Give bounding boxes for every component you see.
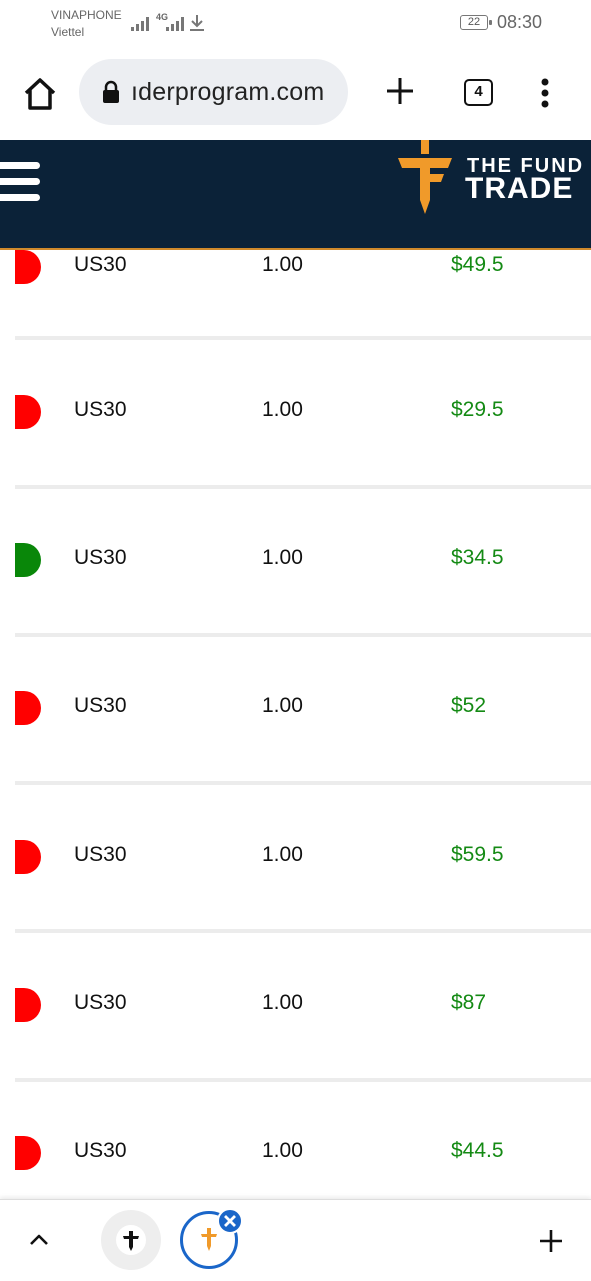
- close-tab-button[interactable]: [217, 1208, 243, 1234]
- tab-thumbnail[interactable]: [101, 1210, 161, 1270]
- trade-row[interactable]: US30 1.00 $44.5: [0, 1136, 591, 1198]
- brand-logo[interactable]: [396, 140, 454, 216]
- trade-symbol: US30: [74, 694, 127, 717]
- status-time: 08:30: [497, 12, 543, 32]
- trade-volume: 1.00: [262, 991, 303, 1014]
- download-icon: [190, 15, 204, 31]
- trade-profit: $87: [451, 991, 487, 1014]
- trade-volume: 1.00: [262, 694, 303, 717]
- carrier-primary: VINAPHONE: [51, 8, 122, 22]
- trade-symbol: US30: [74, 253, 127, 276]
- trade-row[interactable]: US30 1.00 $87: [0, 988, 591, 1130]
- chevron-up-icon[interactable]: [27, 1228, 51, 1252]
- battery-icon: 22: [460, 15, 492, 30]
- trade-profit: $44.5: [451, 1139, 504, 1162]
- carrier-secondary: Viettel: [51, 25, 85, 39]
- lock-icon: [103, 80, 119, 103]
- trade-symbol: US30: [74, 843, 127, 866]
- new-tab-button[interactable]: [383, 74, 417, 108]
- trade-profit: $49.5: [451, 253, 504, 276]
- home-icon[interactable]: [20, 74, 60, 114]
- trade-direction-indicator: [15, 395, 41, 429]
- trade-row[interactable]: US30 1.00 $34.5: [0, 543, 591, 685]
- trade-direction-indicator: [15, 691, 41, 725]
- trade-direction-indicator: [15, 988, 41, 1022]
- add-tab-button[interactable]: [538, 1228, 564, 1254]
- row-divider: [15, 336, 591, 340]
- row-divider: [15, 633, 591, 637]
- trade-direction-indicator: [15, 250, 41, 284]
- trade-row[interactable]: US30 1.00 $59.5: [0, 840, 591, 982]
- trade-volume: 1.00: [262, 398, 303, 421]
- trade-symbol: US30: [74, 1139, 127, 1162]
- trade-volume: 1.00: [262, 546, 303, 569]
- trade-direction-indicator: [15, 543, 41, 577]
- trade-row[interactable]: US30 1.00 $29.5: [0, 395, 591, 537]
- trade-profit: $34.5: [451, 546, 504, 569]
- trade-profit: $59.5: [451, 843, 504, 866]
- more-vert-icon[interactable]: [533, 76, 557, 110]
- signal-strength-icon: [131, 13, 149, 31]
- trade-profit: $52: [451, 694, 487, 717]
- signal-strength-icon-2: [166, 13, 184, 31]
- browser-toolbar: ıderprogram.com 4: [0, 46, 591, 140]
- trade-profit: $29.5: [451, 398, 504, 421]
- status-bar: VINAPHONE Viettel 4G 22 08:30: [0, 0, 591, 46]
- url-text: ıderprogram.com: [131, 78, 325, 106]
- trade-symbol: US30: [74, 991, 127, 1014]
- trade-direction-indicator: [15, 1136, 41, 1170]
- trade-history-list: US30 1.00 $49.5 US30 1.00 $29.5 US30 1.0…: [0, 250, 591, 1198]
- tab-switcher-button[interactable]: 4: [464, 79, 493, 106]
- tab-strip: [0, 1199, 591, 1281]
- row-divider: [15, 781, 591, 785]
- site-header: THE FUND TRADE: [0, 140, 591, 250]
- hamburger-menu-icon[interactable]: [0, 162, 40, 206]
- row-divider: [15, 1078, 591, 1082]
- row-divider: [15, 929, 591, 933]
- site-favicon-icon: [123, 1231, 139, 1251]
- row-divider: [15, 485, 591, 489]
- close-icon: [224, 1215, 236, 1227]
- trade-volume: 1.00: [262, 1139, 303, 1162]
- address-bar[interactable]: ıderprogram.com: [79, 59, 348, 125]
- trade-direction-indicator: [15, 840, 41, 874]
- trade-row[interactable]: US30 1.00 $52: [0, 691, 591, 833]
- trade-volume: 1.00: [262, 843, 303, 866]
- trade-symbol: US30: [74, 398, 127, 421]
- brand-name-line2: TRADE: [465, 172, 574, 205]
- trade-symbol: US30: [74, 546, 127, 569]
- trade-row[interactable]: US30 1.00 $49.5: [0, 250, 591, 392]
- trade-volume: 1.00: [262, 253, 303, 276]
